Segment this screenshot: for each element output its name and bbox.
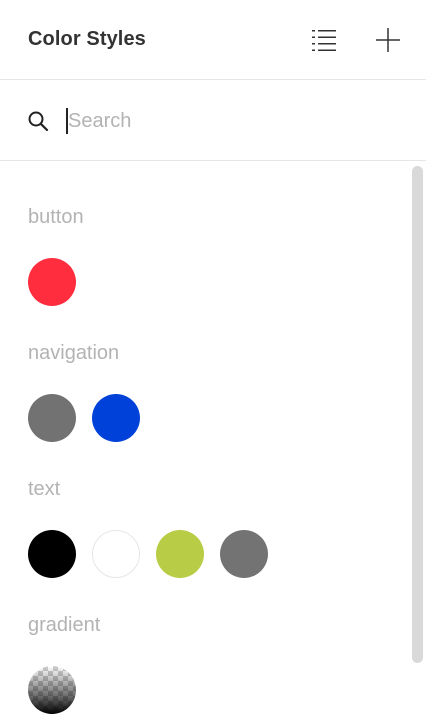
search-icon	[28, 111, 49, 132]
list-view-icon	[312, 30, 336, 51]
swatch-text-3[interactable]	[156, 530, 204, 578]
search-bar	[0, 80, 426, 161]
group-label-text: text	[28, 478, 61, 500]
panel-header: Color Styles	[0, 0, 426, 80]
swatch-button-1[interactable]	[28, 258, 76, 306]
scrollbar-thumb[interactable]	[412, 166, 423, 663]
add-style-button[interactable]	[372, 24, 404, 56]
swatch-text-4[interactable]	[220, 530, 268, 578]
group-label-gradient: gradient	[28, 614, 101, 636]
group-label-navigation: navigation	[28, 342, 120, 364]
color-styles-panel: Color Styles Search button navigation te…	[0, 0, 426, 728]
swatch-text-1[interactable]	[28, 530, 76, 578]
swatch-text-2[interactable]	[92, 530, 140, 578]
swatch-gradient-1[interactable]	[28, 666, 76, 714]
group-label-button: button	[28, 206, 84, 228]
swatch-navigation-1[interactable]	[28, 394, 76, 442]
color-style-list: button navigation text gradient	[0, 161, 426, 728]
search-input[interactable]	[68, 106, 388, 136]
plus-icon	[376, 28, 400, 52]
panel-title: Color Styles	[28, 28, 146, 50]
list-view-button[interactable]	[308, 24, 340, 56]
swatch-navigation-2[interactable]	[92, 394, 140, 442]
